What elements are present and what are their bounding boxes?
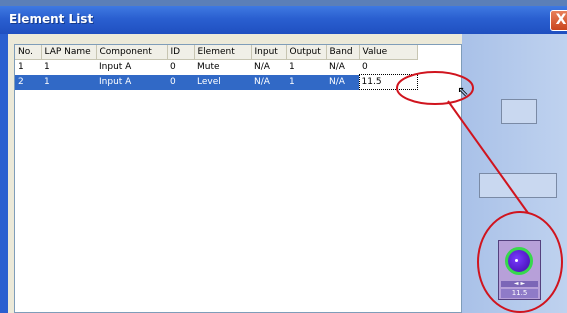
- cell-output: 1: [289, 62, 295, 73]
- cell-band: N/A: [329, 62, 345, 73]
- cell-input: N/A: [251, 74, 286, 90]
- control-box-wide[interactable]: [479, 173, 557, 198]
- column-header-value[interactable]: Value: [359, 45, 418, 60]
- column-header-input[interactable]: Input: [251, 45, 287, 60]
- cell-id: 0: [167, 74, 194, 90]
- cell-element: Level: [194, 74, 251, 90]
- level-knob-control[interactable]: ◄ ► 11.5: [498, 240, 541, 300]
- close-button[interactable]: X: [550, 10, 567, 31]
- cell-lap-name: 1: [41, 74, 96, 90]
- cell-lap-name: 1: [44, 62, 50, 73]
- cell-component: Input A: [99, 62, 132, 73]
- table-row-selected[interactable]: 2 1 Input A 0 Level N/A 1 N/A 11.5: [15, 74, 418, 90]
- column-header-id[interactable]: ID: [167, 45, 195, 60]
- cell-band: N/A: [326, 74, 359, 90]
- element-table: No. LAP Name Component ID Element Input …: [15, 45, 418, 90]
- knob-icon[interactable]: [505, 247, 533, 275]
- window-title: Element List: [9, 12, 94, 26]
- column-header-output[interactable]: Output: [286, 45, 327, 60]
- column-header-lap-name[interactable]: LAP Name: [41, 45, 97, 60]
- cell-id: 0: [170, 62, 176, 73]
- mouse-cursor-icon: ⇖: [457, 84, 469, 100]
- column-header-no[interactable]: No.: [15, 45, 42, 60]
- cell-no: 1: [18, 62, 24, 73]
- knob-indicator: [515, 259, 518, 262]
- value-edit-cell[interactable]: 11.5: [358, 74, 418, 90]
- column-header-band[interactable]: Band: [326, 45, 360, 60]
- cell-no: 2: [15, 74, 41, 90]
- close-icon: X: [555, 12, 567, 28]
- column-header-component[interactable]: Component: [96, 45, 168, 60]
- title-bar: Element List X: [0, 6, 567, 35]
- window-border: [0, 34, 8, 313]
- cell-input: N/A: [254, 62, 270, 73]
- knob-value-display: 11.5: [501, 289, 538, 298]
- control-box-small[interactable]: [501, 99, 537, 124]
- cell-element: Mute: [197, 62, 220, 73]
- table-row[interactable]: 1 1 Input A 0 Mute N/A 1 N/A 0: [15, 60, 417, 75]
- cell-value[interactable]: 0: [359, 60, 417, 75]
- cell-component: Input A: [96, 74, 167, 90]
- cell-output: 1: [286, 74, 326, 90]
- table-header-row: No. LAP Name Component ID Element Input …: [15, 45, 418, 60]
- knob-stepper[interactable]: ◄ ►: [501, 281, 538, 287]
- element-list-view[interactable]: No. LAP Name Component ID Element Input …: [14, 44, 462, 313]
- column-header-element[interactable]: Element: [194, 45, 252, 60]
